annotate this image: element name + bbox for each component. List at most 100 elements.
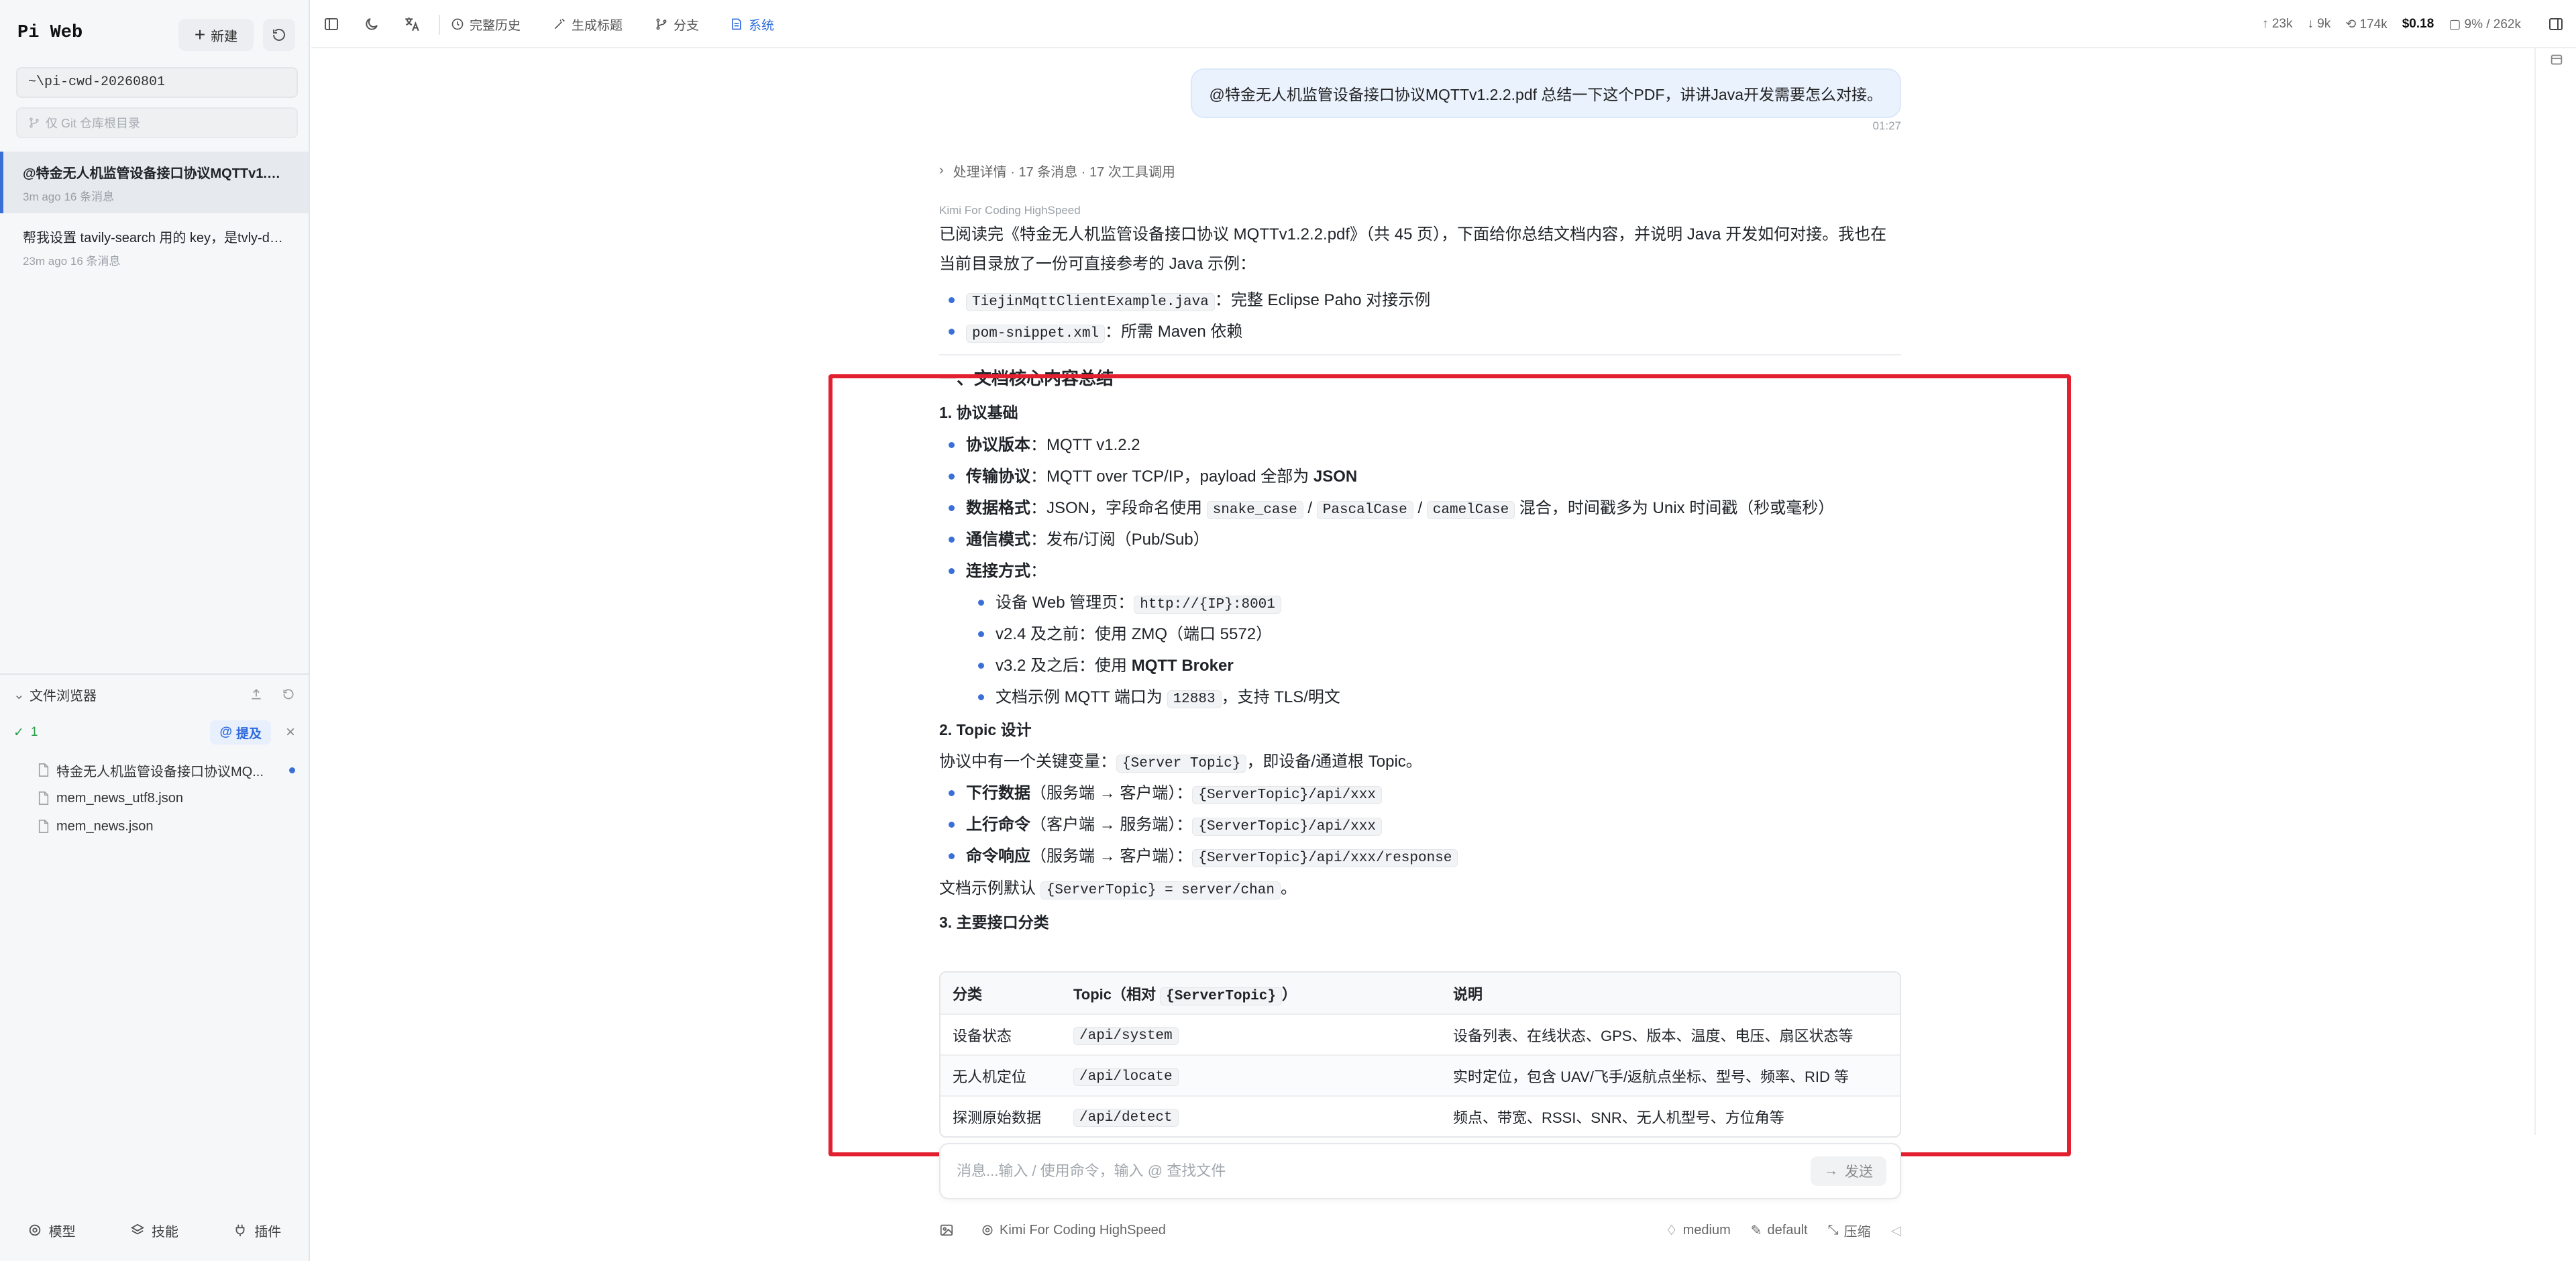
message-composer[interactable]: 消息...输入 / 使用命令，输入 @ 查找文件 → 发送 [939, 1143, 1901, 1199]
session-title: @特金无人机监管设备接口协议MQTTv1.2.... [23, 166, 286, 181]
table-cell: /api/detect [1061, 1107, 1441, 1127]
assistant-model-tag: Kimi For Coding HighSpeed [939, 204, 1081, 217]
table-cell: 频点、带宽、RSSI、SNR、无人机型号、方位角等 [1453, 1109, 1784, 1126]
send-button[interactable]: → 发送 [1811, 1156, 1886, 1186]
branch-icon [30, 117, 39, 128]
table-cell: 探测原始数据 [953, 1109, 1042, 1126]
cache-tokens: ⟲ 174k [2345, 17, 2387, 32]
mention-button[interactable]: @ 提及 [210, 720, 271, 745]
composer-options-bar: Kimi For Coding HighSpeed ♢ medium ✎ def… [939, 1217, 1901, 1244]
table-cell: /api/locate [1061, 1066, 1441, 1086]
branch-button[interactable]: 分支 [655, 12, 699, 36]
list-item: 协议版本：MQTT v1.2.2 [939, 429, 1901, 461]
branch-icon [656, 18, 667, 30]
file-icon [38, 763, 49, 777]
refresh-icon [273, 28, 285, 41]
divider [0, 673, 309, 675]
output-tokens: ↓ 9k [2307, 17, 2331, 31]
processing-details-toggle[interactable]: › 处理详情 · 17 条消息 · 17 次工具调用 [939, 161, 1175, 180]
list-item: 设备 Web 管理页： http://{IP}:8001 [939, 587, 1901, 618]
file-item[interactable]: mem_news_utf8.json [38, 785, 295, 812]
list-item: 命令响应（服务端 → 客户端）： {ServerTopic}/api/xxx/re… [939, 840, 1901, 872]
refresh-button[interactable] [263, 19, 295, 51]
gear-icon [29, 1224, 40, 1236]
file-name: mem_news_utf8.json [56, 790, 183, 806]
usage-stats: ↑ 23k ↓ 9k ⟲ 174k $0.18 ▢ 9% / 262k [2262, 12, 2521, 36]
git-status-row: ✓ 1 @ 提及 × [13, 719, 295, 746]
history-icon [451, 18, 464, 30]
system-prompt-button[interactable]: 系统 [730, 12, 774, 36]
input-tokens: ↑ 23k [2262, 17, 2293, 31]
file-icon [38, 791, 49, 805]
list-item: pom-snippet.xml ：所需 Maven 依赖 [939, 316, 1901, 347]
table-row: 探测原始数据 /api/detect 频点、带宽、RSSI、SNR、无人机型号、… [941, 1095, 1900, 1136]
file-item[interactable]: mem_news.json [38, 813, 295, 840]
file-name: mem_news.json [56, 818, 154, 834]
table-cell: 设备列表、在线状态、GPS、版本、温度、电压、扇区状态等 [1453, 1027, 1854, 1044]
user-message: @特金无人机监管设备接口协议MQTTv1.2.2.pdf 总结一下这个PDF，讲… [1190, 68, 1901, 118]
list-item: 下行数据（服务端 → 客户端）： {ServerTopic}/api/xxx [939, 777, 1901, 809]
list-item: TiejinMqttClientExample.java ：完整 Eclipse … [939, 284, 1901, 316]
table-cell: 无人机定位 [953, 1068, 1027, 1085]
sidebar: Pi Web + 新建 ~\pi-cwd-20260801 仅 Git 仓库根目… [0, 0, 310, 1261]
chevron-right-icon: › [939, 163, 944, 178]
table-cell: 设备状态 [953, 1027, 1012, 1044]
sidebar-bottom-bar: 模型 技能 插件 [0, 1210, 309, 1250]
sidebar-toggle-icon[interactable] [321, 13, 342, 35]
paragraph: 文档示例默认 {ServerTopic} = server/chan。 [939, 879, 1297, 899]
speaker-icon[interactable]: ◁ [1891, 1222, 1901, 1239]
list-item: 数据格式：JSON，字段命名使用 snake_case / PascalCase… [939, 492, 1901, 524]
table-row: 设备状态 /api/system 设备列表、在线状态、GPS、版本、温度、电压、… [941, 1013, 1900, 1054]
file-name: 特金无人机监管设备接口协议MQ... [56, 764, 264, 779]
image-icon [940, 1224, 953, 1236]
panel-icon[interactable] [2549, 52, 2564, 67]
bulb-icon: ♢ [1665, 1223, 1678, 1238]
paragraph: 已阅读完《特金无人机监管设备接口协议 MQTTv1.2.2.pdf》（共 45 … [939, 225, 1887, 243]
file-browser-header[interactable]: ⌄ 文件浏览器 [13, 683, 295, 706]
moon-icon[interactable] [361, 13, 382, 35]
layers-icon [130, 1223, 145, 1235]
models-button[interactable]: 模型 [28, 1221, 76, 1240]
modified-dot [289, 767, 295, 773]
list-item: 连接方式： [939, 555, 1901, 587]
session-meta: 3m ago 16 条消息 [23, 190, 115, 203]
list-item: 传输协议：MQTT over TCP/IP，payload 全部为 JSON [939, 461, 1901, 492]
context-usage: ▢ 9% / 262k [2449, 17, 2521, 32]
divider [939, 354, 1901, 355]
upload-icon[interactable] [250, 688, 263, 701]
right-panel-toggle-icon[interactable] [2545, 13, 2567, 35]
model-selector[interactable]: Kimi For Coding HighSpeed [981, 1223, 1166, 1238]
git-filter-label: 仅 Git 仓库根目录 [46, 117, 141, 130]
message-input[interactable]: 消息...输入 / 使用命令，输入 @ 查找文件 [957, 1158, 1762, 1185]
attach-image-button[interactable] [939, 1223, 954, 1238]
session-item[interactable]: 帮我设置 tavily-search 用的 key，是tvly-de... 23… [0, 216, 309, 278]
session-meta: 23m ago 16 条消息 [23, 255, 121, 268]
full-history-button[interactable]: 完整历史 [451, 12, 521, 36]
plugins-button[interactable]: 插件 [233, 1221, 281, 1240]
git-filter-toggle[interactable]: 仅 Git 仓库根目录 [16, 107, 298, 138]
table-cell: 实时定位，包含 UAV/飞手/返航点坐标、型号、频率、RID 等 [1453, 1068, 1849, 1085]
section-heading: 一、文档核心内容总结 [939, 368, 1114, 388]
table-header-row: 分类 Topic（相对 {ServerTopic}） 说明 [941, 973, 1900, 1013]
plug-icon [235, 1224, 245, 1237]
gear-icon [982, 1225, 993, 1236]
skills-button[interactable]: 技能 [130, 1221, 178, 1240]
file-item[interactable]: 特金无人机监管设备接口协议MQ... [38, 757, 295, 783]
translate-icon[interactable] [401, 13, 423, 35]
generate-title-button[interactable]: 生成标题 [553, 12, 623, 36]
list-item: v3.2 及之后：使用 MQTT Broker [939, 650, 1901, 681]
refresh-icon[interactable] [282, 688, 295, 701]
column-header: Topic（相对 {ServerTopic}） [1073, 985, 1297, 1005]
compress-button[interactable]: ⤡ 压缩 [1828, 1221, 1871, 1240]
thinking-level-selector[interactable]: ♢ medium [1666, 1222, 1731, 1239]
check-icon: ✓ [13, 725, 24, 740]
close-icon[interactable]: × [286, 723, 295, 742]
new-session-button[interactable]: + 新建 [178, 19, 254, 51]
profile-selector[interactable]: ✎ default [1751, 1222, 1808, 1239]
changed-count: 1 [30, 725, 38, 739]
assistant-message: 已阅读完《特金无人机监管设备接口协议 MQTTv1.2.2.pdf》（共 45 … [939, 220, 1901, 939]
subsection-heading: 2. Topic 设计 [939, 721, 1032, 738]
app-title: Pi Web [17, 23, 83, 43]
session-item[interactable]: @特金无人机监管设备接口协议MQTTv1.2.... 3m ago 16 条消息 [0, 152, 309, 213]
cwd-input[interactable]: ~\pi-cwd-20260801 [16, 67, 298, 98]
